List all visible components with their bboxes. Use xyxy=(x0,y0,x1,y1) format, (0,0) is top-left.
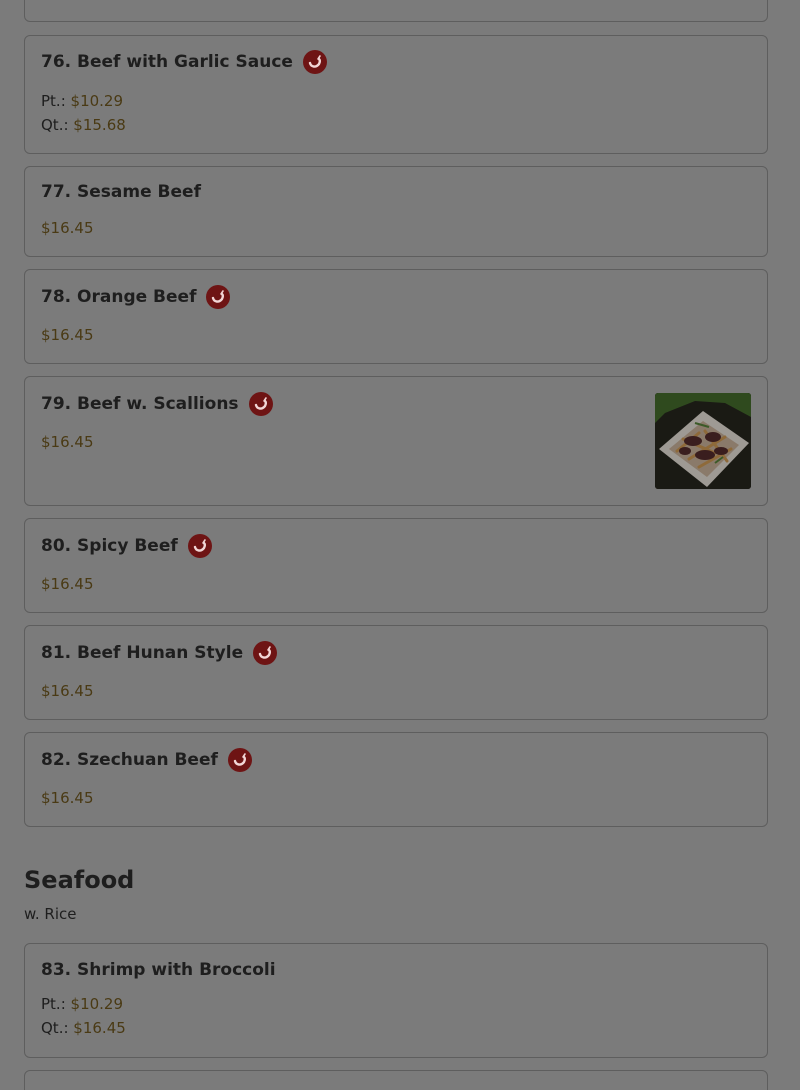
menu-item-name: 78. Orange Beef xyxy=(41,287,197,307)
menu-item-card[interactable]: 79. Beef w. Scallions $16.45 xyxy=(24,376,768,506)
menu-item-title-row: 78. Orange Beef xyxy=(41,285,231,309)
menu-item-card[interactable]: 82. Szechuan Beef $16.45 xyxy=(24,732,768,827)
menu-item-title-row: 79. Beef w. Scallions xyxy=(41,392,273,416)
price-quart: Qt.: $15.68 xyxy=(41,116,126,134)
dish-photo[interactable] xyxy=(655,393,751,489)
price: $16.45 xyxy=(41,219,94,237)
menu-item-name: 79. Beef w. Scallions xyxy=(41,394,239,414)
menu-item-title-row: 76. Beef with Garlic Sauce xyxy=(41,50,327,74)
menu-item-card[interactable]: 83. Shrimp with Broccoli Pt.: $10.29 Qt.… xyxy=(24,943,768,1058)
section-subtitle: w. Rice xyxy=(24,905,77,923)
price-pint: Pt.: $10.29 xyxy=(41,995,124,1013)
section-title: Seafood xyxy=(24,866,135,894)
menu-item-name: 83. Shrimp with Broccoli xyxy=(41,960,276,980)
menu-item-title-row: 82. Szechuan Beef xyxy=(41,748,252,772)
price-quart: Qt.: $16.45 xyxy=(41,1019,126,1037)
menu-item-name: 81. Beef Hunan Style xyxy=(41,643,244,663)
menu-item-title-row: 80. Spicy Beef xyxy=(41,534,212,558)
menu-item-card[interactable]: 81. Beef Hunan Style $16.45 xyxy=(24,625,768,720)
menu-item-card[interactable]: 77. Sesame Beef $16.45 xyxy=(24,166,768,257)
chili-pepper-icon xyxy=(248,392,273,416)
menu-item-card[interactable]: 80. Spicy Beef $16.45 xyxy=(24,518,768,613)
menu-item-title-row: 81. Beef Hunan Style xyxy=(41,641,278,665)
chili-pepper-icon xyxy=(206,285,231,309)
price: $16.45 xyxy=(41,433,94,451)
menu-item-name: 77. Sesame Beef xyxy=(41,182,201,202)
chili-pepper-icon xyxy=(253,641,278,665)
price: $16.45 xyxy=(41,789,94,807)
menu-item-name: 76. Beef with Garlic Sauce xyxy=(41,52,293,72)
price: $16.45 xyxy=(41,326,94,344)
menu-item-card-partial[interactable] xyxy=(24,1070,768,1090)
menu-item-title-row: 77. Sesame Beef xyxy=(41,182,201,202)
price-pint: Pt.: $10.29 xyxy=(41,92,124,110)
menu-item-card[interactable]: 76. Beef with Garlic Sauce Pt.: $10.29 Q… xyxy=(24,35,768,154)
menu-item-card[interactable]: 78. Orange Beef $16.45 xyxy=(24,269,768,364)
menu-item-card-partial[interactable] xyxy=(24,0,768,22)
price: $16.45 xyxy=(41,575,94,593)
chili-pepper-icon xyxy=(302,50,327,74)
menu-item-name: 80. Spicy Beef xyxy=(41,536,178,556)
price: $16.45 xyxy=(41,682,94,700)
chili-pepper-icon xyxy=(227,748,252,772)
chili-pepper-icon xyxy=(187,534,212,558)
menu-item-title-row: 83. Shrimp with Broccoli xyxy=(41,960,276,980)
menu-item-name: 82. Szechuan Beef xyxy=(41,750,218,770)
